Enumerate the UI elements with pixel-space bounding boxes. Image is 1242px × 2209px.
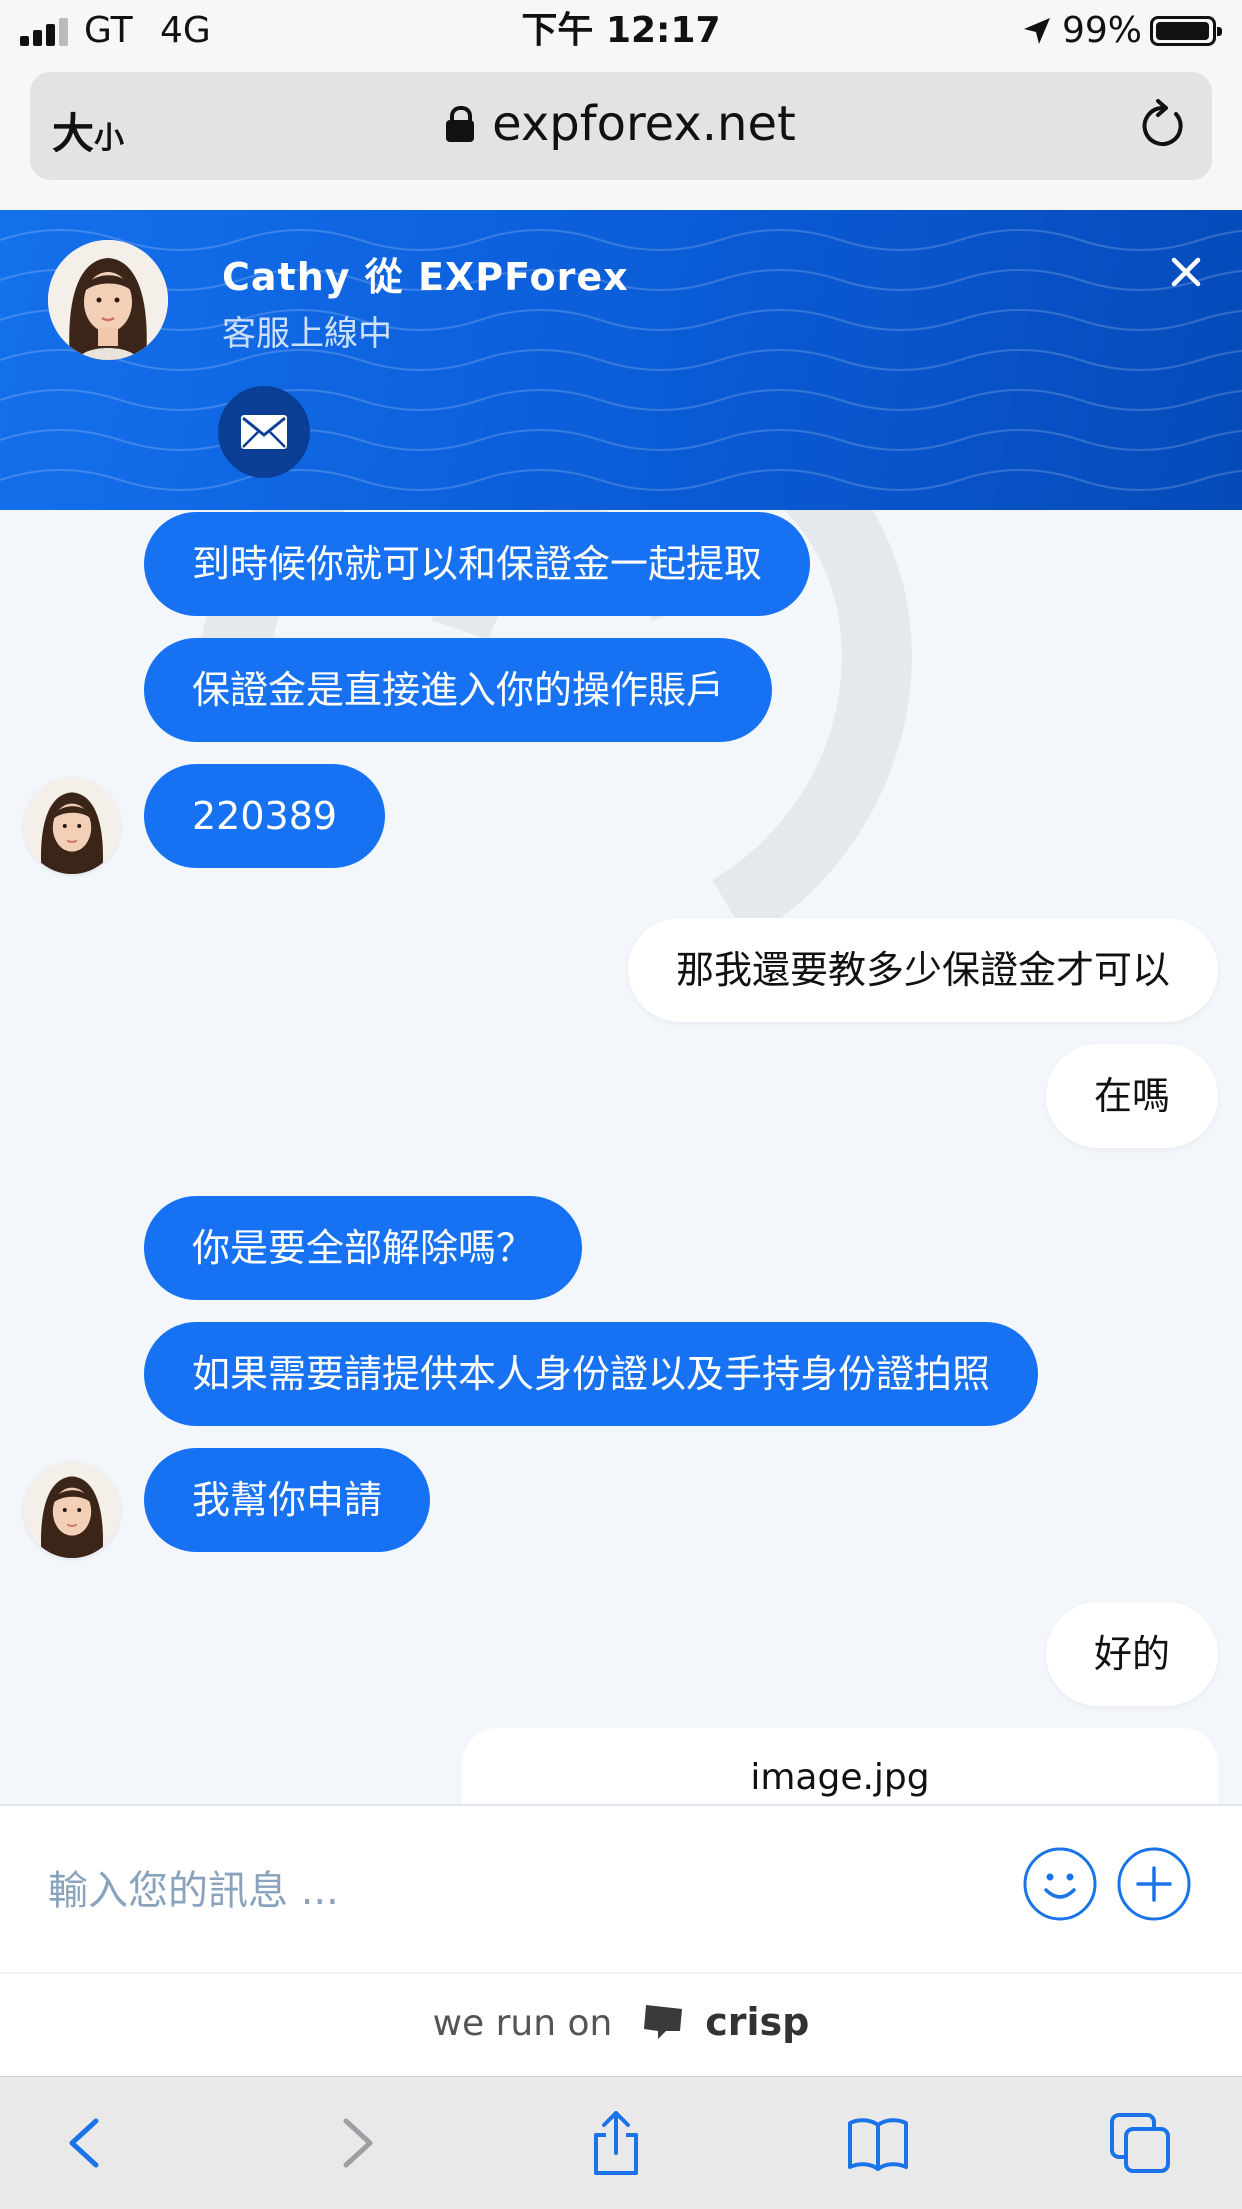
branding-prefix: we run on bbox=[432, 2003, 613, 2044]
location-arrow-icon bbox=[1024, 18, 1050, 44]
agent-name: Cathy 從 EXPForex bbox=[222, 255, 629, 299]
status-clock: 下午 12:17 bbox=[521, 10, 721, 51]
forward-icon[interactable] bbox=[322, 2111, 386, 2175]
url-display[interactable]: expforex.net bbox=[30, 96, 1212, 152]
back-icon[interactable] bbox=[56, 2111, 120, 2175]
battery-level-fill bbox=[1156, 22, 1209, 40]
agent-avatar-small bbox=[24, 1462, 120, 1558]
browser-address-area: 大小 expforex.net bbox=[0, 64, 1242, 210]
status-bar: GT 4G 下午 12:17 99% bbox=[0, 0, 1242, 64]
emoji-icon[interactable] bbox=[1022, 1846, 1098, 1922]
file-name: image.jpg bbox=[750, 1757, 930, 1798]
user-message[interactable]: 那我還要教多少保證金才可以 bbox=[627, 918, 1218, 1022]
share-icon[interactable] bbox=[584, 2111, 648, 2175]
message-composer: 輸入您的訊息 ... bbox=[0, 1804, 1242, 1974]
reload-icon[interactable] bbox=[1138, 98, 1188, 152]
message-input[interactable]: 輸入您的訊息 ... bbox=[48, 1858, 339, 1916]
battery-icon bbox=[1150, 16, 1222, 46]
address-bar[interactable]: 大小 expforex.net bbox=[30, 72, 1212, 180]
agent-avatar bbox=[48, 240, 168, 360]
agent-status: 客服上線中 bbox=[222, 314, 392, 354]
email-button[interactable] bbox=[218, 386, 310, 478]
file-attachment[interactable]: image.jpg bbox=[462, 1728, 1218, 1804]
user-message[interactable]: 好的 bbox=[1045, 1602, 1218, 1706]
browser-toolbar bbox=[0, 2076, 1242, 2209]
envelope-icon bbox=[241, 415, 287, 449]
tabs-icon[interactable] bbox=[1108, 2111, 1172, 2175]
close-icon[interactable] bbox=[1164, 250, 1208, 294]
operator-message[interactable]: 保證金是直接進入你的操作賬戶 bbox=[144, 638, 773, 742]
url-text: expforex.net bbox=[492, 96, 796, 152]
user-message[interactable]: 在嗎 bbox=[1045, 1044, 1218, 1148]
operator-message[interactable]: 220389 bbox=[144, 764, 386, 868]
operator-message[interactable]: 你是要全部解除嗎？ bbox=[144, 1196, 583, 1300]
add-attachment-icon[interactable] bbox=[1116, 1846, 1192, 1922]
operator-message[interactable]: 到時候你就可以和保證金一起提取 bbox=[144, 512, 811, 616]
chat-header: Cathy 從 EXPForex 客服上線中 bbox=[0, 210, 1242, 510]
lock-icon bbox=[446, 106, 475, 142]
branding-brand: crisp bbox=[705, 2000, 810, 2044]
bookmarks-icon[interactable] bbox=[846, 2111, 910, 2175]
operator-message[interactable]: 如果需要請提供本人身份證以及手持身份證拍照 bbox=[144, 1322, 1039, 1426]
message-list[interactable]: 到時候你就可以和保證金一起提取 保證金是直接進入你的操作賬戶 220389 那我… bbox=[0, 510, 1242, 1804]
agent-avatar-small bbox=[24, 778, 120, 874]
crisp-branding[interactable]: we run on crisp bbox=[0, 1972, 1242, 2078]
battery-percent: 99% bbox=[1061, 10, 1142, 51]
crisp-logo-icon bbox=[643, 2005, 682, 2039]
operator-message[interactable]: 我幫你申請 bbox=[144, 1448, 431, 1552]
